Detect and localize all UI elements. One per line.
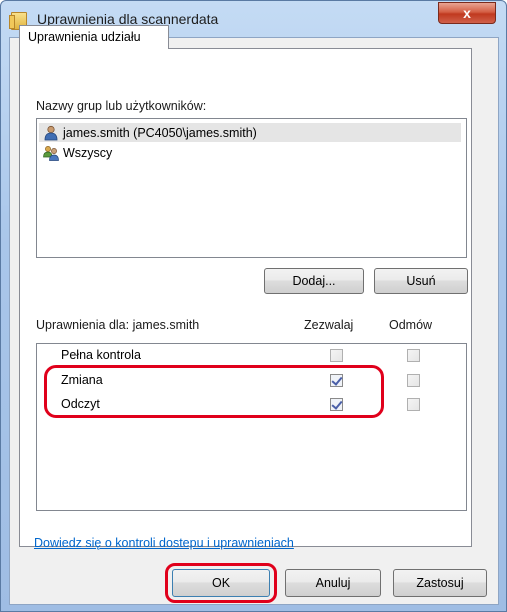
remove-button[interactable]: Usuń [374, 268, 468, 294]
cancel-button[interactable]: Anuluj [285, 569, 381, 597]
allow-column-header: Zezwalaj [304, 318, 354, 332]
permissions-list: Pełna kontrola Zmiana Odczyt [36, 343, 467, 511]
permission-name-read: Odczyt [61, 397, 100, 411]
deny-change-checkbox[interactable] [407, 374, 420, 387]
allow-full-control-checkbox[interactable] [330, 349, 343, 362]
users-group-icon [43, 145, 59, 161]
allow-change-checkbox[interactable] [330, 374, 343, 387]
list-item-label: james.smith (PC4050\james.smith) [63, 125, 257, 140]
close-button[interactable]: x [438, 2, 496, 24]
user-icon [44, 125, 58, 140]
apply-button[interactable]: Zastosuj [393, 569, 487, 597]
list-item[interactable]: james.smith (PC4050\james.smith) [39, 123, 461, 142]
permission-name-change: Zmiana [61, 373, 103, 387]
groups-label: Nazwy grup lub użytkowników: [36, 99, 207, 113]
permission-name-full-control: Pełna kontrola [61, 348, 141, 362]
list-item-label: Wszyscy [63, 145, 113, 160]
ok-button[interactable]: OK [172, 569, 270, 597]
deny-column-header: Odmów [389, 318, 433, 332]
deny-read-checkbox[interactable] [407, 398, 420, 411]
groups-listbox[interactable]: james.smith (PC4050\james.smith) Wszyscy [36, 118, 467, 258]
add-button[interactable]: Dodaj... [264, 268, 364, 294]
deny-full-control-checkbox[interactable] [407, 349, 420, 362]
list-item[interactable]: Wszyscy [39, 143, 461, 162]
help-link[interactable]: Dowiedz się o kontroli dostepu i uprawni… [34, 536, 294, 550]
permissions-label: Uprawnienia dla: james.smith [36, 318, 200, 332]
tab-share-permissions[interactable]: Uprawnienia udziału [19, 25, 169, 49]
allow-read-checkbox[interactable] [330, 398, 343, 411]
